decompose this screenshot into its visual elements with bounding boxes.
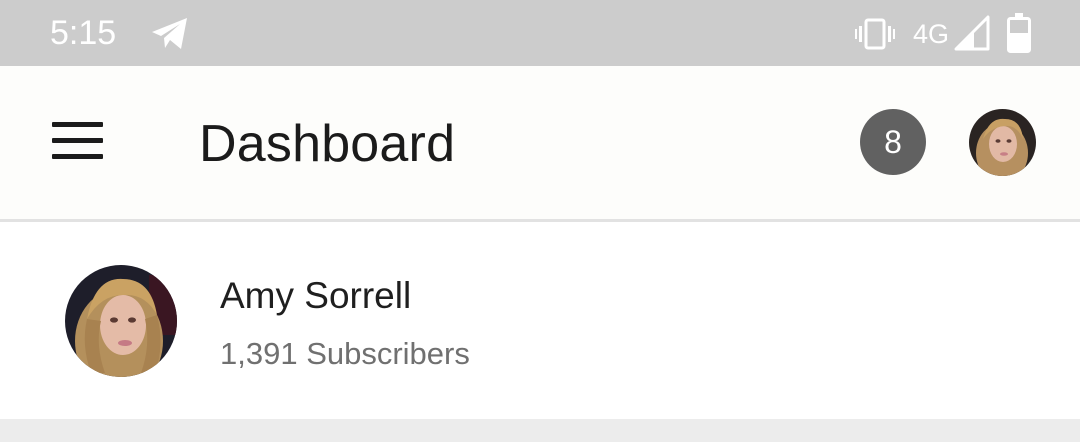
- page-title: Dashboard: [199, 115, 456, 173]
- account-avatar[interactable]: [969, 109, 1036, 176]
- channel-card[interactable]: Amy Sorrell 1,391 Subscribers: [0, 222, 1080, 419]
- telegram-icon: [152, 18, 187, 49]
- channel-name: Amy Sorrell: [220, 275, 412, 316]
- status-time: 5:15: [50, 14, 117, 52]
- signal-icon: [954, 15, 990, 51]
- battery-icon: [1007, 13, 1031, 53]
- subscriber-count: 1,391 Subscribers: [220, 336, 470, 371]
- app-bar: Dashboard 8: [0, 66, 1080, 222]
- hamburger-menu-icon[interactable]: [40, 108, 116, 174]
- status-bar: 5:15 4G: [0, 0, 1080, 66]
- channel-avatar: [65, 265, 177, 377]
- notification-badge[interactable]: 8: [860, 109, 926, 175]
- vibrate-icon: [855, 18, 895, 50]
- network-type: 4G: [913, 19, 950, 49]
